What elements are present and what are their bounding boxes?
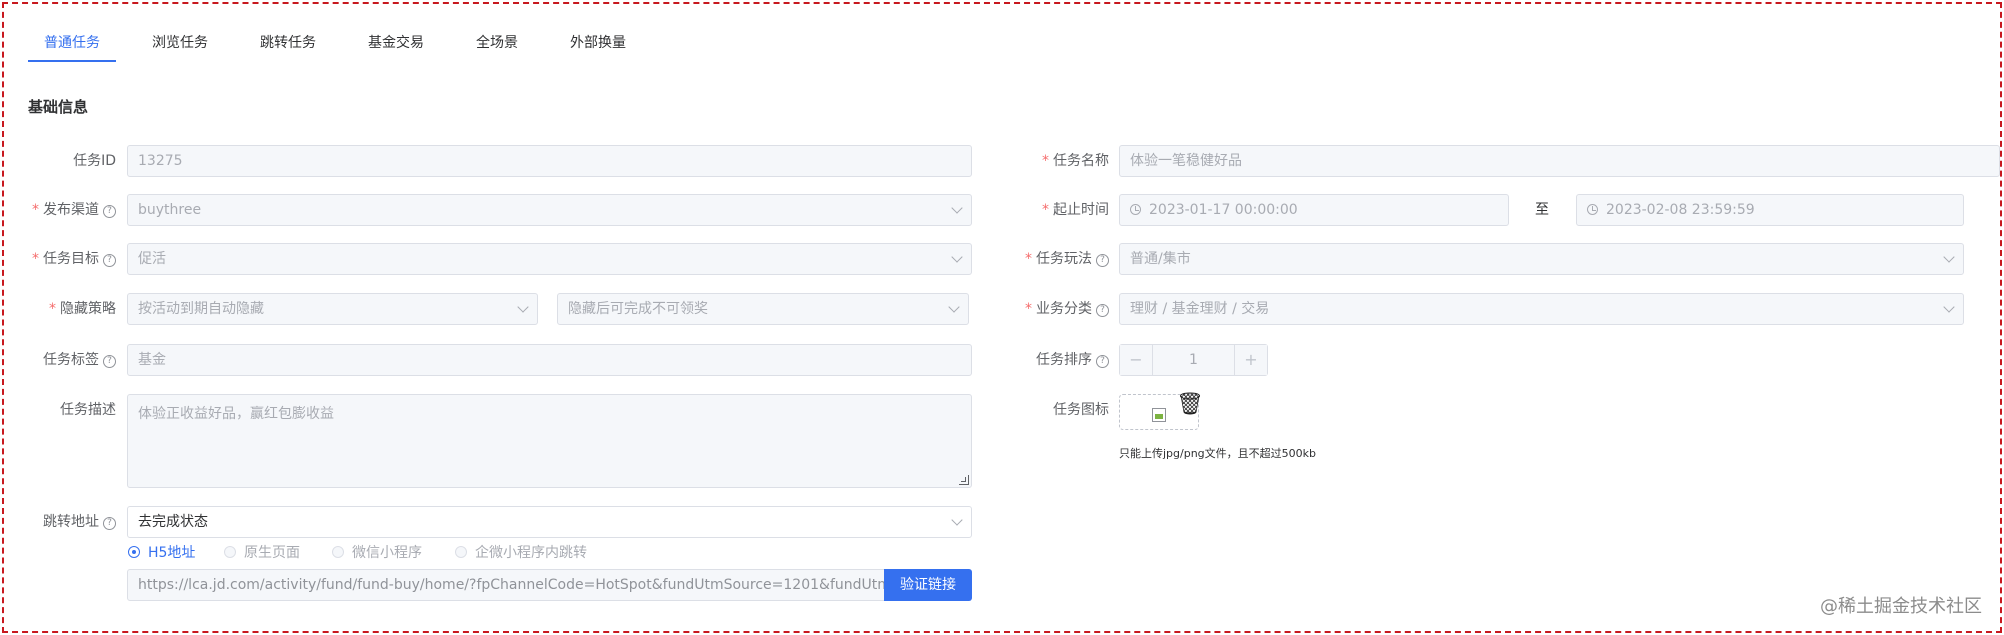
task-id-input[interactable]: 13275 (127, 145, 972, 177)
tag-label: 任务标签? (20, 344, 116, 376)
radio-dot-icon (332, 546, 344, 558)
chevron-down-icon (948, 301, 960, 313)
radio-h5[interactable]: H5地址 (128, 543, 195, 563)
resize-handle-icon (959, 475, 969, 485)
chevron-down-icon (951, 514, 963, 526)
start-time-picker[interactable]: 2023-01-17 00:00:00 (1119, 194, 1509, 226)
help-icon: ? (103, 355, 116, 368)
help-icon: ? (103, 254, 116, 267)
trash-icon[interactable]: 🗑 (1176, 392, 1204, 417)
sort-stepper[interactable]: − 1 + (1119, 344, 1268, 376)
watermark: @稀土掘金技术社区 (1820, 596, 1982, 617)
sort-value[interactable]: 1 (1152, 345, 1235, 375)
tab-jump-task[interactable]: 跳转任务 (244, 24, 332, 62)
verify-link-button[interactable]: 验证链接 (884, 569, 972, 601)
chevron-down-icon (951, 202, 963, 214)
tab-external-exchange[interactable]: 外部换量 (554, 24, 642, 62)
end-time-picker[interactable]: 2023-02-08 23:59:59 (1576, 194, 1964, 226)
jump-label: 跳转地址? (20, 506, 116, 538)
help-icon: ? (1096, 304, 1109, 317)
radio-dot-icon (224, 546, 236, 558)
gameplay-label: * 任务玩法? (1000, 243, 1109, 275)
section-title: 基础信息 (28, 98, 89, 116)
icon-label: 任务图标 (1053, 402, 1109, 418)
radio-native-page[interactable]: 原生页面 (224, 543, 300, 563)
hide-policy-select-2[interactable]: 隐藏后可完成不可领奖 (557, 293, 969, 325)
radio-dot-icon (455, 546, 467, 558)
tab-all-scene[interactable]: 全场景 (460, 24, 534, 62)
gameplay-select[interactable]: 普通/集市 (1119, 243, 1964, 275)
channel-label: * 发布渠道? (20, 194, 116, 226)
range-separator: 至 (1535, 202, 1549, 218)
image-placeholder-icon (1152, 408, 1166, 422)
jump-select[interactable]: 去完成状态 (127, 506, 972, 538)
goal-select[interactable]: 促活 (127, 243, 972, 275)
task-type-tabs: 普通任务 浏览任务 跳转任务 基金交易 全场景 外部换量 (28, 24, 662, 62)
help-icon: ? (1096, 254, 1109, 267)
clock-icon (1130, 204, 1141, 215)
help-icon: ? (103, 205, 116, 218)
sort-label: 任务排序? (1000, 344, 1109, 376)
tab-normal-task[interactable]: 普通任务 (28, 24, 116, 62)
business-category-cascader[interactable]: 理财 / 基金理财 / 交易 (1119, 293, 1964, 325)
task-id-label: 任务ID (73, 153, 116, 169)
decrement-button[interactable]: − (1120, 345, 1152, 375)
clock-icon (1587, 204, 1598, 215)
chevron-down-icon (517, 301, 529, 313)
help-icon: ? (1096, 355, 1109, 368)
radio-dot-icon (128, 546, 140, 558)
tag-input[interactable]: 基金 (127, 344, 972, 376)
increment-button[interactable]: + (1235, 345, 1267, 375)
chevron-down-icon (1943, 301, 1955, 313)
radio-wecom-mini-jump[interactable]: 企微小程序内跳转 (455, 543, 587, 563)
chevron-down-icon (951, 251, 963, 263)
hide-policy-label: * 隐藏策略 (49, 301, 116, 317)
time-range-label: * 起止时间 (1042, 202, 1109, 218)
chevron-down-icon (1943, 251, 1955, 263)
task-name-input[interactable]: 体验一笔稳健好品 (1119, 145, 2000, 177)
channel-select[interactable]: buythree (127, 194, 972, 226)
business-category-label: * 业务分类? (1000, 293, 1109, 325)
url-input[interactable]: https://lca.jd.com/activity/fund/fund-bu… (127, 569, 885, 601)
description-textarea[interactable]: 体验正收益好品，赢红包膨收益 (127, 394, 972, 488)
tab-fund-trade[interactable]: 基金交易 (352, 24, 440, 62)
help-icon: ? (103, 517, 116, 530)
radio-wechat-mini[interactable]: 微信小程序 (332, 543, 422, 563)
task-name-label: * 任务名称 (1042, 153, 1109, 169)
description-label: 任务描述 (60, 402, 116, 418)
upload-hint: 只能上传jpg/png文件，且不超过500kb (1119, 447, 1317, 460)
hide-policy-select-1[interactable]: 按活动到期自动隐藏 (127, 293, 538, 325)
goal-label: * 任务目标? (20, 243, 116, 275)
tab-browse-task[interactable]: 浏览任务 (136, 24, 224, 62)
